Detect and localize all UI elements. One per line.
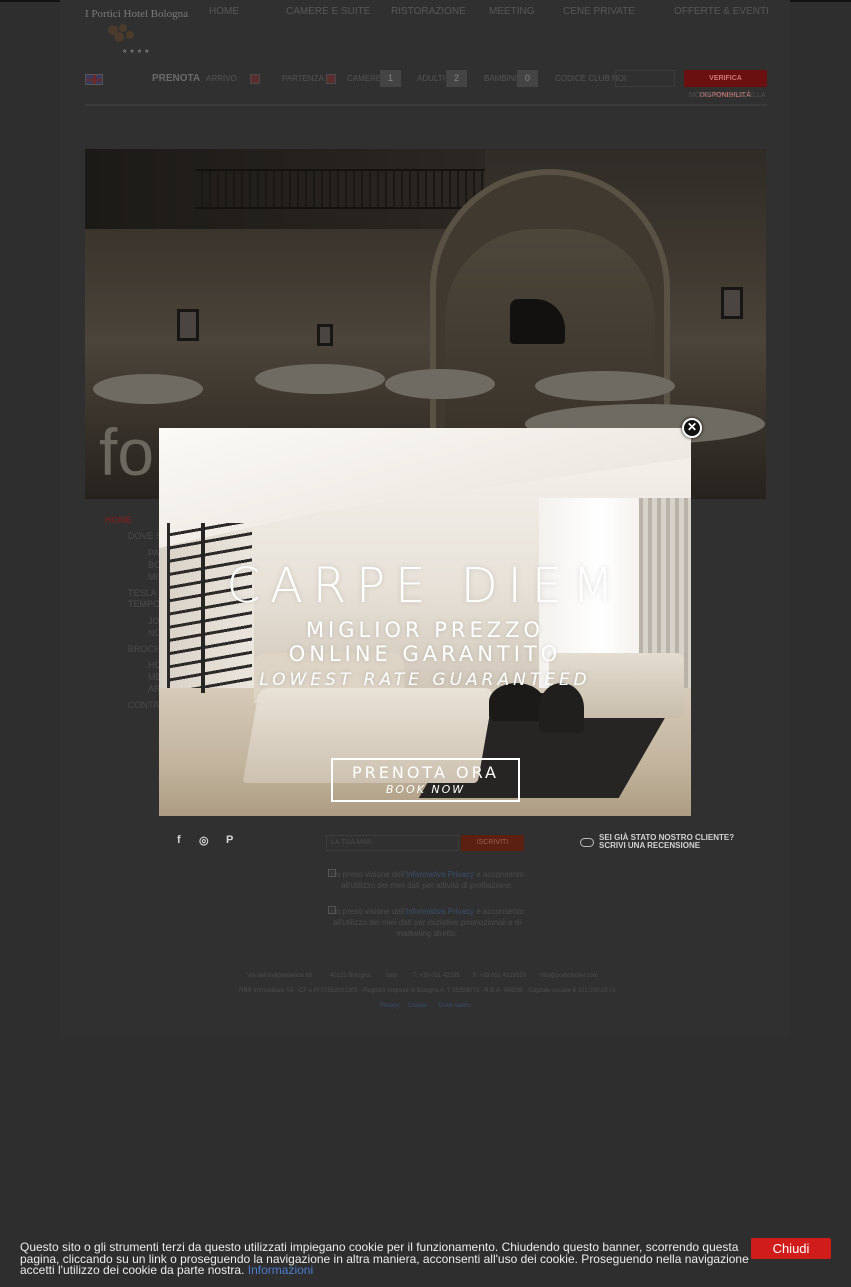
book-now-button[interactable]: PRENOTA ORA BOOK NOW <box>331 758 520 802</box>
side-menu-where[interactable]: DOVE S <box>128 531 162 541</box>
footer-where-link[interactable]: Dove siamo <box>439 1003 471 1009</box>
arrival-calendar-icon[interactable] <box>250 74 260 84</box>
pinterest-icon[interactable]: P <box>226 834 233 846</box>
nav-dining[interactable]: RISTORAZIONE <box>391 6 466 17</box>
footer-email[interactable]: info@porticihotel.com <box>540 973 598 979</box>
instagram-icon[interactable]: ◎ <box>199 834 209 847</box>
facebook-icon[interactable]: f <box>177 834 181 846</box>
popup-line1: MIGLIOR PREZZO <box>305 618 545 642</box>
footer-address: Via dell'Indipendenza 69 <box>247 973 313 979</box>
side-menu-sub[interactable]: PA <box>148 548 159 558</box>
children-label: BAMBINI <box>484 74 517 83</box>
cookie-banner-text: Questo sito o gli strumenti terzi da que… <box>20 1240 749 1277</box>
subscribe-button[interactable]: ISCRIVITI <box>461 835 524 851</box>
nav-meeting[interactable]: MEETING <box>489 6 535 17</box>
footer-privacy-link[interactable]: Privacy <box>380 1003 400 1009</box>
cookie-close-button[interactable]: Chiudi <box>751 1238 831 1259</box>
rooms-label: CAMERE <box>347 74 382 83</box>
header-divider <box>85 104 767 106</box>
children-select[interactable]: 0 <box>517 70 538 87</box>
nav-private-dinners[interactable]: CENE PRIVATE <box>563 6 635 17</box>
adults-label: ADULTI <box>417 74 445 83</box>
consent-marketing-checkbox[interactable] <box>328 906 336 914</box>
side-menu-home[interactable]: HOME <box>105 515 132 525</box>
hero-caption: fo <box>99 415 155 489</box>
promo-code-input[interactable] <box>615 70 675 87</box>
departure-calendar-icon[interactable] <box>326 74 336 84</box>
privacy-link[interactable]: Informativa Privacy <box>406 870 474 879</box>
popup-line3: LOWEST RATE GUARANTEED <box>259 670 591 690</box>
adults-select[interactable]: 2 <box>446 70 467 87</box>
book-label: PRENOTA <box>152 73 201 84</box>
side-menu-sub[interactable]: JO <box>148 616 160 626</box>
uk-flag-icon[interactable] <box>85 74 103 85</box>
footer-city: 40121 Bologna <box>330 973 371 979</box>
footer-company: RBR Immobiliare SA - CF e PI 02553101209… <box>239 988 617 994</box>
manage-booking-link[interactable]: MODIFICA / CANCELLA <box>689 92 766 99</box>
privacy-link[interactable]: Informativa Privacy <box>406 907 474 916</box>
nav-offers[interactable]: OFFERTE & EVENTI <box>674 6 769 17</box>
tripadvisor-icon[interactable] <box>580 838 594 847</box>
consent-marketing: Ho preso visione dell'Informativa Privac… <box>328 906 526 939</box>
footer-fax: F. +39 051 4218550 <box>473 973 527 979</box>
promo-popup[interactable]: CARPE DIEM MIGLIOR PREZZO ONLINE GARANTI… <box>159 428 691 816</box>
popup-line2: ONLINE GARANTITO <box>288 642 562 666</box>
nav-rooms[interactable]: CAMERE E SUITE <box>286 6 370 17</box>
booking-bar: PRENOTA ARRIVO PARTENZA CAMERE 1 ADULTI … <box>85 70 767 99</box>
verify-availability-button[interactable]: VERIFICA DISPONIBILITÀ <box>684 70 767 99</box>
side-menu-sub[interactable]: MI <box>148 572 158 582</box>
review-link[interactable]: SEI GIÀ STATO NOSTRO CLIENTE? SCRIVI UNA… <box>599 834 734 850</box>
footer-country: Italy <box>386 973 398 979</box>
footer-cookie-link[interactable]: Cookie <box>408 1003 427 1009</box>
main-nav: HOME CAMERE E SUITE RISTORAZIONE MEETING… <box>0 6 851 20</box>
popup-title: CARPE DIEM <box>226 558 624 614</box>
consent-profiling-checkbox[interactable] <box>328 869 336 877</box>
arrival-field[interactable]: ARRIVO <box>206 74 237 83</box>
logo-flowers-icon <box>108 24 134 42</box>
logo-stars: ★★★★ <box>122 49 152 55</box>
footer-phone: T. +39 051 42185 <box>413 973 460 979</box>
close-icon[interactable]: ✕ <box>682 418 702 438</box>
cookie-info-link[interactable]: Informazioni <box>248 1263 313 1277</box>
consent-profiling: Ho preso visione dell'Informativa Privac… <box>328 869 526 891</box>
departure-field[interactable]: PARTENZA <box>282 74 324 83</box>
side-menu-tempo[interactable]: TEMPO <box>128 599 160 609</box>
nav-home[interactable]: HOME <box>209 6 239 17</box>
newsletter-email-input[interactable]: LA TUA MAIL <box>326 835 459 851</box>
rooms-select[interactable]: 1 <box>380 70 401 87</box>
